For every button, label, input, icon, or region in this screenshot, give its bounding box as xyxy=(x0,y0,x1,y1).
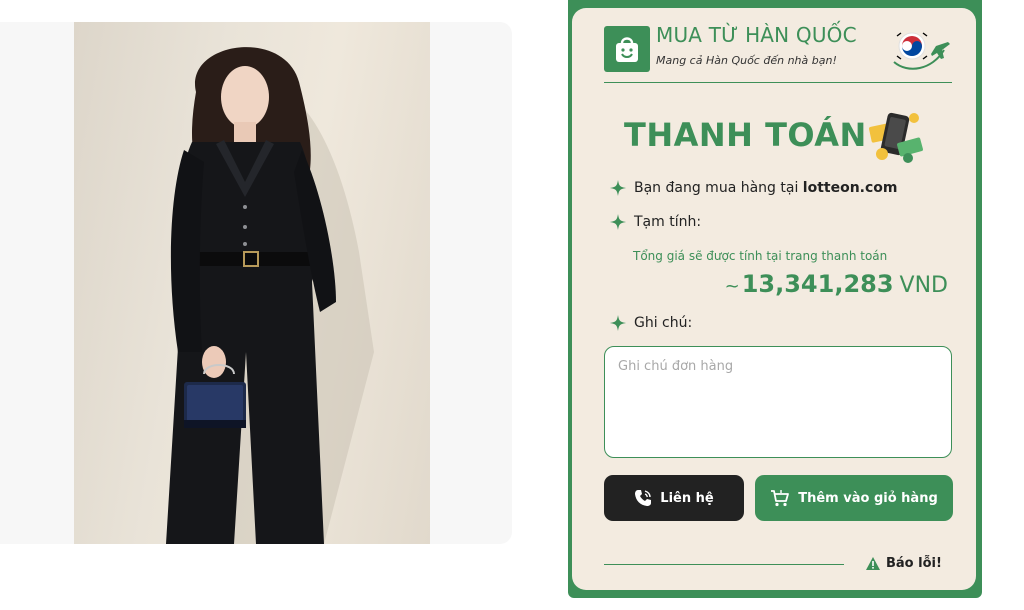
sparkle-icon xyxy=(610,180,626,196)
brand-subtitle: Mang cả Hàn Quốc đến nhà bạn! xyxy=(656,54,837,67)
order-note-box xyxy=(604,346,952,458)
subtotal-price: ~ 13,341,283 VND xyxy=(725,270,948,298)
shopping-bag-icon xyxy=(604,26,650,72)
product-photo-illustration xyxy=(166,47,374,544)
cart-icon xyxy=(771,490,790,507)
contact-button[interactable]: Liên hệ xyxy=(604,475,744,521)
note-row: Ghi chú: xyxy=(610,315,692,331)
approx-symbol: ~ xyxy=(724,276,740,297)
order-note-input[interactable] xyxy=(616,357,940,451)
report-error-label: Báo lỗi! xyxy=(886,556,942,571)
checkout-panel: MUA TỪ HÀN QUỐC Mang cả Hàn Quốc đến nhà… xyxy=(568,0,982,598)
price-amount: 13,341,283 xyxy=(741,270,894,298)
footer-divider xyxy=(604,564,844,565)
payment-title: THANH TOÁN xyxy=(624,116,867,154)
warning-icon xyxy=(866,557,880,570)
add-to-cart-button[interactable]: Thêm vào giỏ hàng xyxy=(755,475,953,521)
checkout-panel-inner: MUA TỪ HÀN QUỐC Mang cả Hàn Quốc đến nhà… xyxy=(572,8,976,590)
shop-site-link[interactable]: lotteon.com xyxy=(803,180,898,196)
subtotal-note: Tổng giá sẽ được tính tại trang thanh to… xyxy=(633,249,888,263)
product-photo[interactable] xyxy=(74,22,430,544)
subtotal-label: Tạm tính: xyxy=(634,214,702,230)
phone-icon xyxy=(635,490,652,506)
brand-title: MUA TỪ HÀN QUỐC xyxy=(656,23,857,47)
contact-label: Liên hệ xyxy=(660,490,714,506)
price-currency: VND xyxy=(899,273,948,298)
korea-flag-plane-icon xyxy=(893,32,950,70)
shop-prefix: Bạn đang mua hàng tại xyxy=(634,180,799,196)
add-to-cart-label: Thêm vào giỏ hàng xyxy=(798,490,938,506)
header-divider xyxy=(604,82,952,83)
payment-phone-money-icon xyxy=(869,112,923,163)
sparkle-icon xyxy=(610,315,626,331)
shop-row: Bạn đang mua hàng tại lotteon.com xyxy=(610,180,898,196)
subtotal-row: Tạm tính: xyxy=(610,214,701,230)
report-error-link[interactable]: Báo lỗi! xyxy=(866,556,942,571)
note-label: Ghi chú: xyxy=(634,315,693,331)
sparkle-icon xyxy=(610,214,626,230)
